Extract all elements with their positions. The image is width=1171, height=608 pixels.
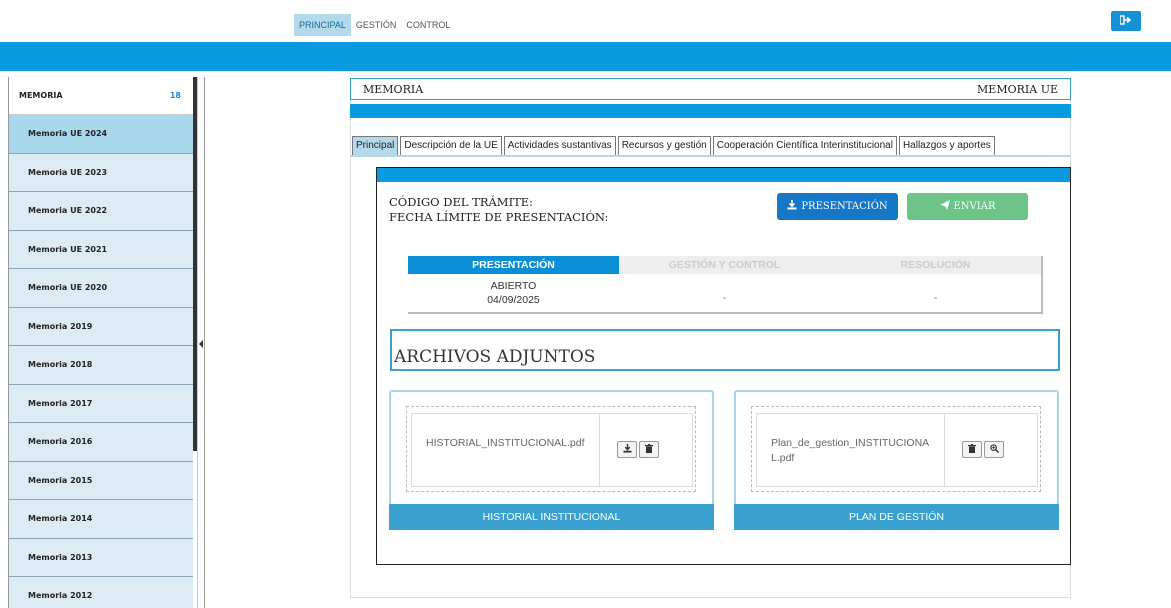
- trash-icon: [645, 444, 653, 455]
- status-header: PRESENTACIÓN GESTIÓN Y CONTROL RESOLUCIÓ…: [408, 256, 1041, 274]
- sidebar-header: MEMORIA 18: [9, 77, 193, 115]
- attachment-card-plan: Plan_de_gestion_INSTITUCIONAL.pdf PLAN D…: [734, 390, 1059, 530]
- header-banner: [0, 42, 1171, 71]
- presentacion-button[interactable]: PRESENTACIÓN: [777, 193, 898, 220]
- main-menu: PRINCIPAL GESTIÓN CONTROL: [294, 14, 455, 36]
- sidebar-item-memoria-2015[interactable]: Memoria 2015: [9, 461, 193, 500]
- attachment-dropzone: Plan_de_gestion_INSTITUCIONAL.pdf: [751, 406, 1041, 492]
- sidebar-item-memoria-2019[interactable]: Memoria 2019: [9, 307, 193, 346]
- sidebar-item-memoria-ue-2024[interactable]: Memoria UE 2024: [9, 115, 193, 154]
- sign-out-icon: [1119, 14, 1132, 28]
- archivos-title: ARCHIVOS ADJUNTOS: [390, 329, 1060, 371]
- attachment-card-historial: HISTORIAL_INSTITUCIONAL.pdf HISTORIAL IN…: [389, 390, 714, 530]
- tab-descripcion[interactable]: Descripción de la UE: [400, 136, 502, 156]
- sidebar-item-memoria-2014[interactable]: Memoria 2014: [9, 500, 193, 539]
- enviar-button[interactable]: ENVIAR: [907, 193, 1028, 220]
- memoria-header-right: MEMORIA UE: [977, 82, 1058, 96]
- memoria-bar: [350, 104, 1071, 118]
- sidebar-item-memoria-ue-2021[interactable]: Memoria UE 2021: [9, 230, 193, 269]
- tramite-panel: CÓDIGO DEL TRÁMITE: FECHA LÍMITE DE PRES…: [376, 167, 1071, 565]
- sidebar-item-memoria-2017[interactable]: Memoria 2017: [9, 384, 193, 423]
- status-state: ABIERTO: [490, 280, 537, 292]
- codigo-label: CÓDIGO DEL TRÁMITE:: [389, 195, 534, 209]
- attachment-actions: [962, 441, 1004, 458]
- sidebar: MEMORIA 18 Memoria UE 2024 Memoria UE 20…: [8, 77, 193, 608]
- menu-item-gestion[interactable]: GESTIÓN: [351, 14, 402, 36]
- status-date: 04/09/2025: [487, 294, 540, 306]
- memoria-header-left: MEMORIA: [363, 82, 424, 96]
- status-header-resolucion: RESOLUCIÓN: [830, 256, 1041, 274]
- download-file-button[interactable]: [617, 441, 637, 458]
- attachment-actions: [617, 441, 659, 458]
- paper-plane-icon: [939, 200, 950, 213]
- status-gestion-value: -: [722, 292, 727, 304]
- sidebar-item-memoria-ue-2023[interactable]: Memoria UE 2023: [9, 153, 193, 192]
- tab-cooperacion[interactable]: Cooperación Científica Interinstituciona…: [712, 136, 897, 156]
- attachment-footer: PLAN DE GESTIÓN: [734, 504, 1059, 530]
- preview-file-button[interactable]: [984, 441, 1004, 458]
- tab-bar: Principal Descripción de la UE Actividad…: [352, 136, 995, 156]
- sidebar-item-memoria-2016[interactable]: Memoria 2016: [9, 423, 193, 462]
- enviar-button-label: ENVIAR: [953, 201, 996, 212]
- sidebar-item-memoria-2012[interactable]: Memoria 2012: [9, 577, 193, 608]
- logout-button[interactable]: [1111, 11, 1141, 31]
- memoria-header: MEMORIA MEMORIA UE: [350, 78, 1071, 100]
- attachment-divider: [599, 414, 600, 486]
- attachment-dropzone: HISTORIAL_INSTITUCIONAL.pdf: [406, 406, 696, 492]
- status-values: ABIERTO 04/09/2025 - -: [408, 274, 1041, 312]
- attachment-filename: Plan_de_gestion_INSTITUCIONAL.pdf: [771, 437, 930, 464]
- panel-bar: [377, 168, 1070, 182]
- tab-actividades[interactable]: Actividades sustantivas: [503, 136, 616, 156]
- tab-principal[interactable]: Principal: [352, 136, 399, 156]
- sidebar-title: MEMORIA: [19, 91, 63, 100]
- download-icon: [787, 200, 797, 213]
- menu-item-principal[interactable]: PRINCIPAL: [294, 14, 351, 36]
- presentacion-button-label: PRESENTACIÓN: [801, 201, 888, 212]
- attachment-filename: HISTORIAL_INSTITUCIONAL.pdf: [426, 437, 585, 449]
- collapse-arrow-icon[interactable]: [199, 340, 203, 348]
- tab-hallazgos[interactable]: Hallazgos y aportes: [898, 136, 995, 156]
- attachment-file-box: Plan_de_gestion_INSTITUCIONAL.pdf: [756, 413, 1038, 487]
- attachment-divider: [944, 414, 945, 486]
- status-table: PRESENTACIÓN GESTIÓN Y CONTROL RESOLUCIÓ…: [408, 256, 1043, 314]
- trash-icon: [968, 444, 976, 455]
- download-icon: [622, 444, 632, 455]
- menu-item-control[interactable]: CONTROL: [401, 14, 455, 36]
- delete-file-button[interactable]: [639, 441, 659, 458]
- status-header-gestion: GESTIÓN Y CONTROL: [619, 256, 830, 274]
- sidebar-item-memoria-ue-2020[interactable]: Memoria UE 2020: [9, 269, 193, 308]
- sidebar-item-memoria-ue-2022[interactable]: Memoria UE 2022: [9, 192, 193, 231]
- tab-recursos[interactable]: Recursos y gestión: [617, 136, 711, 156]
- status-header-presentacion: PRESENTACIÓN: [408, 256, 619, 274]
- delete-file-button[interactable]: [962, 441, 982, 458]
- attachment-footer: HISTORIAL INSTITUCIONAL: [389, 504, 714, 530]
- top-navigation: PRINCIPAL GESTIÓN CONTROL: [0, 0, 1171, 42]
- sidebar-item-memoria-2018[interactable]: Memoria 2018: [9, 346, 193, 385]
- sidebar-item-memoria-2013[interactable]: Memoria 2013: [9, 538, 193, 577]
- fecha-limite-label: FECHA LÍMITE DE PRESENTACIÓN:: [389, 210, 609, 224]
- zoom-in-icon: [989, 444, 999, 455]
- attachment-file-box: HISTORIAL_INSTITUCIONAL.pdf: [411, 413, 693, 487]
- tramite-info: CÓDIGO DEL TRÁMITE: FECHA LÍMITE DE PRES…: [389, 195, 608, 225]
- status-resolucion-value: -: [933, 292, 938, 304]
- sidebar-count-badge: 18: [169, 91, 181, 100]
- status-presentacion-cell: ABIERTO 04/09/2025: [408, 274, 619, 312]
- tab-underline: [350, 155, 1071, 157]
